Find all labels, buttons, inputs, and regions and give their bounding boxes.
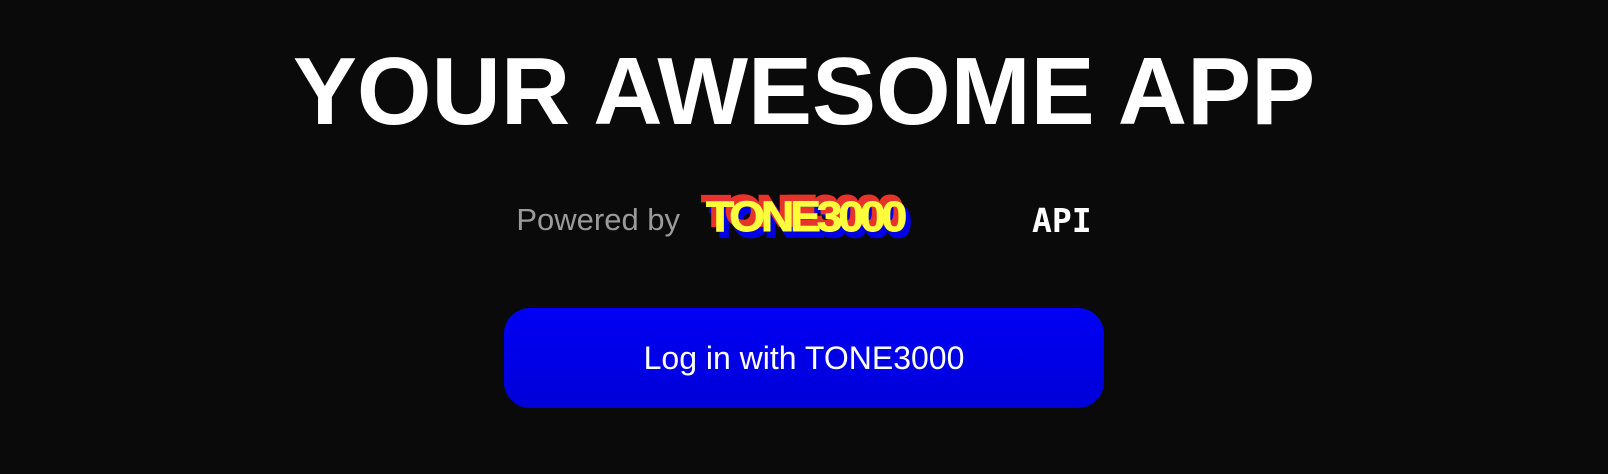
powered-by-label: Powered by xyxy=(516,202,681,237)
tone3000-api-logo: TONE3000 TONE3000 TONE3000 API xyxy=(700,194,1092,246)
powered-by-row: Powered by TONE3000 TONE3000 TONE3000 AP… xyxy=(516,192,1091,248)
tone3000-logo: TONE3000 TONE3000 TONE3000 xyxy=(701,194,915,246)
login-with-tone3000-button[interactable]: Log in with TONE3000 xyxy=(504,308,1104,408)
api-label: API xyxy=(1032,200,1092,240)
logo-face-yellow: TONE3000 xyxy=(706,194,906,240)
app-title: YOUR AWESOME APP xyxy=(292,38,1316,145)
page: YOUR AWESOME APP Powered by TONE3000 TON… xyxy=(0,0,1608,474)
